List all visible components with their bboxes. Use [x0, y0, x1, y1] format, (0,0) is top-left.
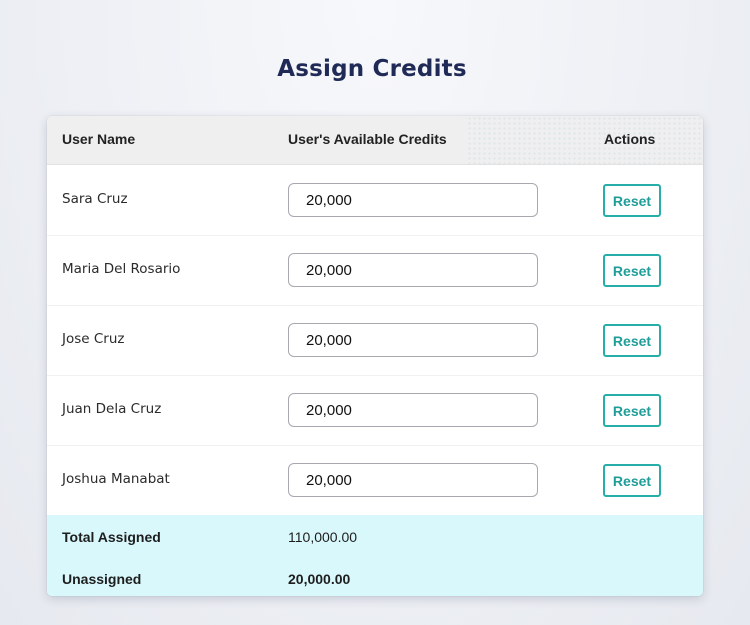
user-name: Jose Cruz [62, 331, 125, 347]
reset-button[interactable]: Reset [603, 464, 661, 497]
user-name: Maria Del Rosario [62, 261, 181, 277]
credits-input[interactable] [288, 323, 538, 357]
reset-button[interactable]: Reset [603, 324, 661, 357]
user-name: Sara Cruz [62, 191, 128, 207]
summary-section: Total Assigned 110,000.00 Unassigned 20,… [47, 515, 703, 596]
page-title: Assign Credits [277, 56, 467, 82]
credits-input[interactable] [288, 393, 538, 427]
credits-input[interactable] [288, 463, 538, 497]
column-header-credits: User's Available Credits [288, 131, 447, 147]
total-assigned-label: Total Assigned [62, 529, 161, 545]
table-row: Sara Cruz Reset [47, 165, 703, 236]
credits-input[interactable] [288, 253, 538, 287]
column-header-user-name: User Name [62, 131, 136, 147]
reset-button[interactable]: Reset [603, 184, 661, 217]
unassigned-label: Unassigned [62, 571, 142, 587]
user-name: Joshua Manabat [62, 471, 170, 487]
column-header-actions: Actions [604, 131, 656, 147]
table-row: Jose Cruz Reset [47, 305, 703, 376]
user-name: Juan Dela Cruz [62, 401, 162, 417]
table-row: Joshua Manabat Reset [47, 445, 703, 515]
table-row: Juan Dela Cruz Reset [47, 375, 703, 446]
reset-button[interactable]: Reset [603, 254, 661, 287]
table-row: Maria Del Rosario Reset [47, 235, 703, 306]
total-assigned-value: 110,000.00 [288, 529, 358, 545]
header-texture [467, 116, 703, 164]
unassigned-value: 20,000.00 [288, 571, 351, 587]
credits-input[interactable] [288, 183, 538, 217]
credits-table: User Name User's Available Credits Actio… [47, 116, 703, 596]
table-header: User Name User's Available Credits Actio… [47, 116, 703, 165]
reset-button[interactable]: Reset [603, 394, 661, 427]
